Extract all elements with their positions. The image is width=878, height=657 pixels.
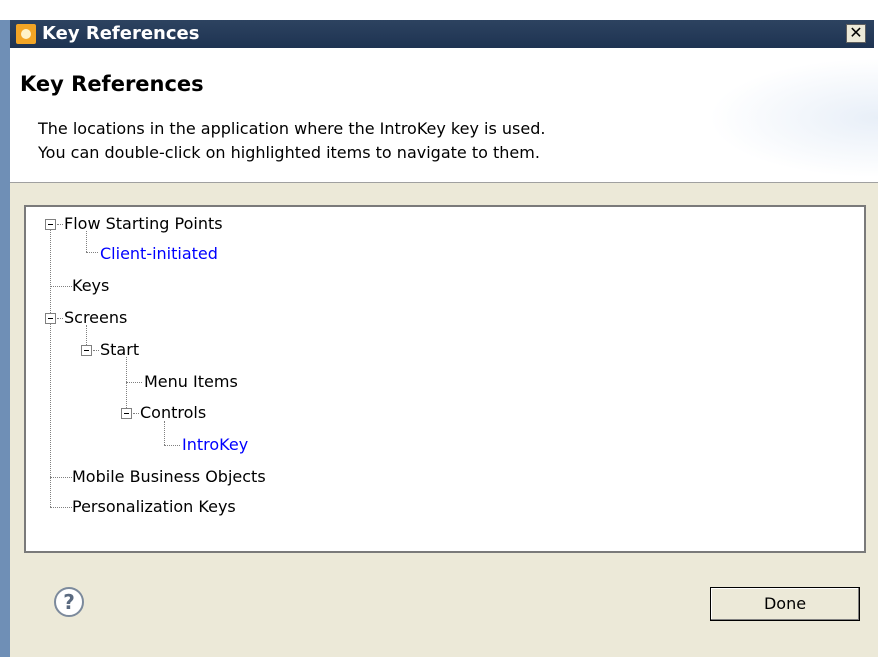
header-watermark [708, 58, 878, 178]
tree-line [57, 224, 63, 225]
tree-line [86, 231, 87, 252]
tree-line [164, 445, 180, 446]
done-button[interactable]: Done [710, 587, 860, 621]
tree-line [50, 286, 72, 287]
key-references-dialog: Key References ✕ Key References The loca… [0, 0, 878, 657]
tree-item-client-initiated[interactable]: Client-initiated [100, 244, 218, 264]
tree-item-screens[interactable]: Screens [64, 308, 127, 328]
tree-line [126, 357, 127, 414]
help-icon: ? [63, 590, 75, 614]
window-title: Key References [42, 23, 200, 44]
title-bar[interactable]: Key References ✕ [10, 20, 874, 48]
tree-item-start[interactable]: Start [100, 340, 139, 360]
tree-item-menu-items[interactable]: Menu Items [144, 372, 238, 392]
tree-item-controls[interactable]: Controls [140, 403, 206, 423]
window-left-border [0, 20, 10, 657]
tree-line [164, 421, 165, 445]
tree-line [133, 413, 139, 414]
tree-line [50, 507, 72, 508]
app-icon [16, 24, 36, 44]
header-title: Key References [20, 72, 204, 96]
close-icon: ✕ [849, 23, 863, 42]
collapse-icon[interactable] [81, 345, 92, 356]
tree-item-personalization-keys[interactable]: Personalization Keys [72, 497, 236, 517]
tree-item-introkey[interactable]: IntroKey [182, 435, 248, 455]
tree-line [57, 318, 63, 319]
reference-tree[interactable]: Flow Starting Points Client-initiated Ke… [24, 205, 866, 553]
collapse-icon[interactable] [121, 408, 132, 419]
tree-line [93, 350, 99, 351]
top-strip [0, 0, 878, 20]
tree-item-flow-starting-points[interactable]: Flow Starting Points [64, 214, 223, 234]
help-button[interactable]: ? [54, 587, 84, 617]
dialog-header: Key References The locations in the appl… [10, 48, 878, 182]
close-button[interactable]: ✕ [846, 24, 866, 43]
tree-line [86, 252, 98, 253]
tree-line [50, 229, 51, 507]
collapse-icon[interactable] [45, 219, 56, 230]
dialog-body: Flow Starting Points Client-initiated Ke… [10, 183, 878, 657]
tree-line [50, 477, 72, 478]
header-description-line-1: The locations in the application where t… [38, 119, 546, 138]
collapse-icon[interactable] [45, 313, 56, 324]
header-description-line-2: You can double-click on highlighted item… [38, 143, 540, 162]
tree-line [126, 382, 142, 383]
tree-line [86, 325, 87, 345]
tree-item-mobile-business-objects[interactable]: Mobile Business Objects [72, 467, 266, 487]
tree-item-keys[interactable]: Keys [72, 276, 109, 296]
